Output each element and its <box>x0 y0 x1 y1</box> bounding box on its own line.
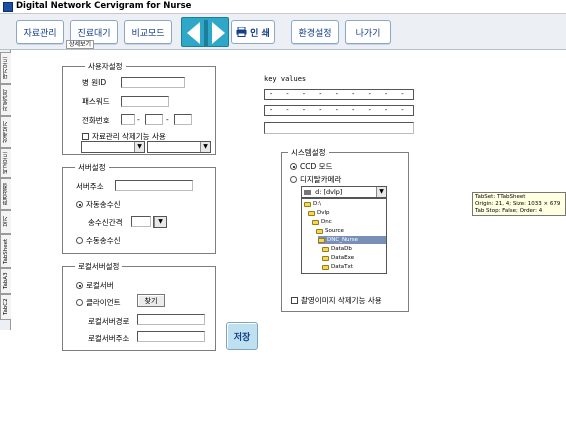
key-value-line-2: - - - - - - - - - - - <box>264 105 414 116</box>
folder-open-icon <box>316 228 323 234</box>
hospital-id-label: 병 원ID <box>82 78 107 87</box>
design-tooltip: TabSet: TTabSheet Origin: 21, 4; Size: 1… <box>472 192 566 216</box>
tree-item-selected[interactable]: DNC_Nurse <box>318 236 386 244</box>
directory-tree[interactable]: D:\ Dvlp Dnc Source DNC_Nurse DataDb Dat… <box>301 198 387 274</box>
compare-mode-button[interactable]: 비교모드 <box>124 20 172 44</box>
tooltip-line-2: Origin: 21, 4; Size: 1033 × 679 <box>475 201 561 207</box>
window-title: Digital Network Cervigram for Nurse <box>16 1 192 11</box>
tree-item[interactable]: D:\ <box>304 200 321 208</box>
tab-waiting[interactable]: 대기모드 <box>0 52 11 84</box>
nav-arrows <box>181 17 229 47</box>
delete-image-checkbox[interactable] <box>291 297 298 304</box>
server-settings-legend: 서버설정 <box>75 162 109 173</box>
tab-taba3[interactable]: TabA3 <box>0 268 11 294</box>
key-value-line-1: - - - - - - - - - - - <box>264 89 414 100</box>
drive-combo[interactable]: d: [dvlp] ▼ <box>301 186 387 198</box>
local-path-field[interactable] <box>137 314 205 325</box>
print-label: 인 쇄 <box>250 28 270 39</box>
tree-item[interactable]: Source <box>316 227 344 235</box>
title-bar: Digital Network Cervigram for Nurse <box>0 0 566 14</box>
tab-tabc2[interactable]: TabC2 <box>0 294 11 320</box>
settings-button[interactable]: 환경설정 <box>291 20 339 44</box>
folder-open-icon <box>308 210 315 216</box>
local-address-field[interactable] <box>137 331 205 342</box>
local-server-legend: 로컬서버설정 <box>75 261 123 272</box>
local-server-label: 로컬서버 <box>86 281 114 290</box>
interval-field[interactable] <box>131 216 151 227</box>
tree-item[interactable]: DataExe <box>322 254 354 262</box>
delete-data-checkbox[interactable] <box>82 133 89 140</box>
chevron-down-icon[interactable]: ▼ <box>376 187 386 197</box>
print-button[interactable]: 인 쇄 <box>231 20 275 44</box>
chevron-down-icon[interactable]: ▼ <box>134 142 144 152</box>
folder-icon <box>322 255 329 261</box>
client-radio[interactable] <box>76 299 83 306</box>
ccd-mode-label: CCD 모드 <box>300 162 333 171</box>
detail-view-tab[interactable]: 상세보기 <box>66 40 95 49</box>
tooltip-line-3: Tab Stop: False; Order: 4 <box>475 208 543 214</box>
prev-next-icon[interactable] <box>182 18 230 48</box>
tooltip-line-1: TabSet: TTabSheet <box>475 194 526 200</box>
tab-view[interactable]: 보기 <box>0 210 11 234</box>
password-label: 패스워드 <box>82 97 110 106</box>
auto-receive-label: 자동송수신 <box>86 200 121 209</box>
phone-separator-2: - <box>166 115 169 124</box>
user-combo-1[interactable]: ▼ <box>81 141 145 153</box>
save-button[interactable]: 저장 <box>226 322 258 350</box>
drive-icon <box>304 189 311 195</box>
folder-open-icon <box>318 237 325 243</box>
folder-open-icon <box>312 219 319 225</box>
manual-receive-label: 수동송수신 <box>86 236 121 245</box>
folder-open-icon <box>304 201 311 207</box>
phone-field-2[interactable] <box>145 114 163 125</box>
hospital-id-field[interactable] <box>121 77 185 88</box>
server-address-label: 서버주소 <box>76 182 104 191</box>
manual-receive-radio[interactable] <box>76 237 83 244</box>
user-combo-2[interactable]: ▼ <box>147 141 211 153</box>
exit-button[interactable]: 나가기 <box>345 20 391 44</box>
local-address-label: 로컬서버주소 <box>88 334 130 343</box>
tab-tabsheet[interactable]: TabSheet <box>0 234 11 268</box>
tree-item[interactable]: DataTxt <box>322 263 353 271</box>
left-tab-strip: 대기모드 자료관리 상세보기 비교모드 환경설정 보기 TabSheet Tab… <box>0 50 11 330</box>
data-management-button[interactable]: 자료관리 <box>16 20 64 44</box>
password-field[interactable] <box>121 96 169 107</box>
chevron-down-icon[interactable]: ▼ <box>154 217 166 227</box>
local-path-label: 로컬서버경로 <box>88 317 130 326</box>
phone-label: 전화번호 <box>82 116 110 125</box>
server-address-field[interactable] <box>115 180 193 191</box>
delete-image-label: 촬영이미지 삭제기능 사용 <box>301 296 382 305</box>
tab-detail[interactable]: 상세보기 <box>0 116 11 148</box>
tree-item[interactable]: Dvlp <box>308 209 330 217</box>
printer-icon <box>236 27 247 37</box>
digital-camera-radio[interactable] <box>290 176 297 183</box>
folder-icon <box>322 246 329 252</box>
find-button[interactable]: 찾기 <box>137 294 165 307</box>
interval-combo[interactable]: ▼ <box>153 216 167 228</box>
phone-field-1[interactable] <box>121 114 135 125</box>
tree-item[interactable]: DataDb <box>322 245 352 253</box>
tree-item[interactable]: Dnc <box>312 218 332 226</box>
phone-separator-1: - <box>137 115 140 124</box>
local-server-radio[interactable] <box>76 282 83 289</box>
tab-settings[interactable]: 환경설정 <box>0 178 11 210</box>
auto-receive-radio[interactable] <box>76 201 83 208</box>
key-value-field[interactable] <box>264 122 414 134</box>
folder-icon <box>322 264 329 270</box>
app-icon <box>3 2 13 12</box>
client-label: 클라이언트 <box>86 298 121 307</box>
system-settings-legend: 시스템설정 <box>288 147 329 158</box>
drive-value: d: [dvlp] <box>315 188 343 196</box>
interval-label: 송수신간격 <box>88 218 123 227</box>
phone-field-3[interactable] <box>174 114 192 125</box>
user-settings-legend: 사용자설정 <box>85 61 126 72</box>
digital-camera-label: 디지탈카메라 <box>300 175 342 184</box>
chevron-down-icon[interactable]: ▼ <box>200 142 210 152</box>
ccd-mode-radio[interactable] <box>290 163 297 170</box>
key-values-label: key values <box>264 75 307 83</box>
tab-data-management[interactable]: 자료관리 <box>0 84 11 116</box>
tab-compare[interactable]: 비교모드 <box>0 148 11 178</box>
